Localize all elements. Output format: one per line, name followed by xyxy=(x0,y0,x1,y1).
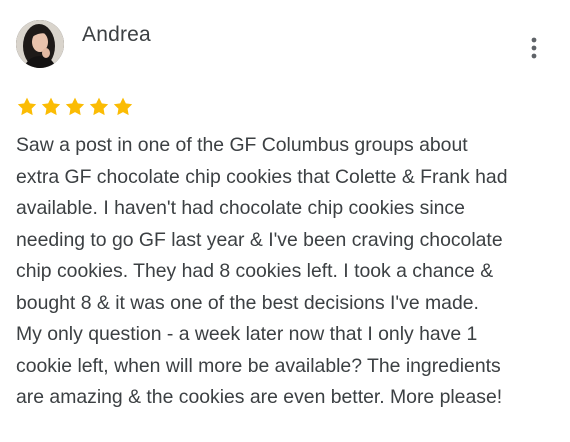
star-icon xyxy=(113,97,133,116)
star-icon xyxy=(17,97,37,116)
star-icon xyxy=(89,97,109,116)
star-icon xyxy=(65,97,85,116)
star-icon xyxy=(41,97,61,116)
avatar-photo-icon xyxy=(16,20,64,68)
star-rating xyxy=(16,96,134,120)
reviewer-avatar[interactable] xyxy=(16,20,64,68)
review-card: Andrea Saw a post in one of the GF Colum… xyxy=(0,0,570,442)
reviewer-name[interactable]: Andrea xyxy=(82,22,151,48)
more-vertical-icon xyxy=(531,37,537,59)
more-options-button[interactable] xyxy=(522,34,546,62)
review-text: Saw a post in one of the GF Columbus gro… xyxy=(16,134,508,408)
